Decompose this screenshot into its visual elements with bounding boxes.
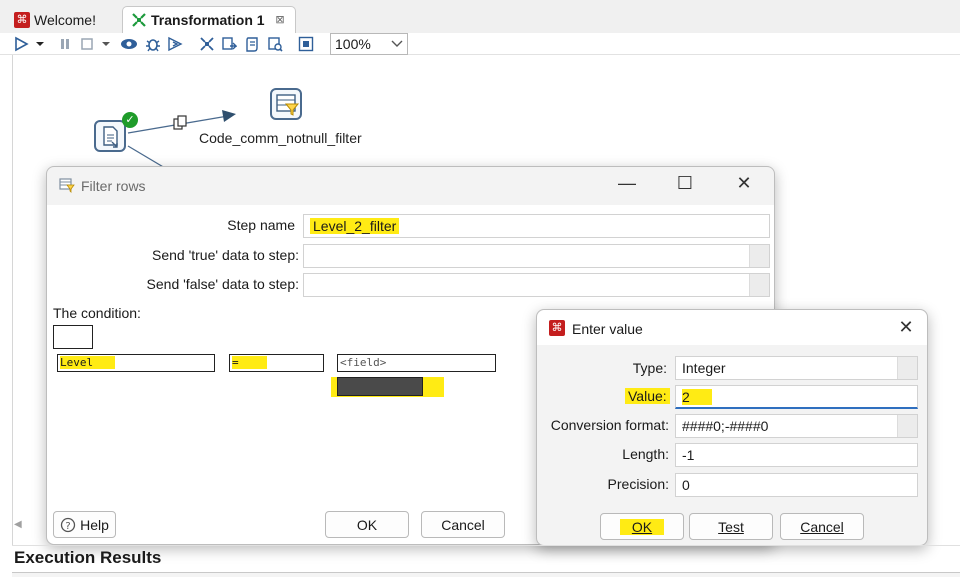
send-false-select[interactable]: [303, 273, 770, 297]
execution-results-tabs: [12, 572, 960, 577]
filter-rows-title: Filter rows: [81, 178, 146, 194]
conversion-format-dropdown-icon[interactable]: [897, 415, 917, 437]
ok-button[interactable]: OK: [325, 511, 409, 538]
condition-right-field[interactable]: <field>: [337, 354, 496, 372]
conversion-format-value: ####0;-####0: [682, 418, 769, 434]
send-true-select[interactable]: [303, 244, 770, 268]
type-select[interactable]: Integer: [675, 356, 918, 380]
length-input[interactable]: -1: [675, 443, 918, 467]
precision-label: Precision:: [607, 476, 669, 492]
condition-operator[interactable]: =: [229, 354, 324, 372]
enter-value-title: Enter value: [572, 321, 643, 337]
filter-step-label: Code_comm_notnull_filter: [199, 130, 362, 146]
send-false-dropdown-icon[interactable]: [749, 274, 769, 296]
help-button-label: Help: [80, 516, 109, 533]
enter-value-dialog: ⌘ Enter value ✕ Type: Integer Value: 2 C…: [536, 309, 928, 546]
conversion-format-select[interactable]: ####0;-####0: [675, 414, 918, 438]
type-dropdown-icon[interactable]: [897, 357, 917, 379]
enter-value-cancel-label: Cancel: [800, 518, 844, 535]
test-button-label: Test: [718, 518, 744, 535]
pdi-logo-icon: ⌘: [549, 320, 565, 336]
maximize-icon[interactable]: ☐: [670, 173, 700, 194]
type-value: Integer: [682, 360, 726, 376]
condition-operator-value: =: [232, 356, 267, 369]
help-button[interactable]: ? Help: [53, 511, 116, 538]
results-divider: [12, 545, 960, 546]
execution-results-title: Execution Results: [14, 548, 162, 567]
value-input[interactable]: 2: [675, 385, 918, 409]
value-input-value: 2: [682, 389, 712, 405]
svg-text:?: ?: [65, 521, 70, 532]
filter-step-icon[interactable]: [270, 88, 302, 120]
step-name-label: Step name: [227, 217, 295, 233]
enter-value-cancel-button[interactable]: Cancel: [780, 513, 864, 540]
test-button[interactable]: Test: [689, 513, 773, 540]
condition-label: The condition:: [53, 305, 141, 321]
copy-rows-icon: [172, 115, 188, 131]
filter-rows-icon: [59, 177, 75, 193]
success-check-icon: ✓: [122, 112, 138, 128]
condition-left-value: Level: [60, 356, 116, 369]
close-icon[interactable]: ✕: [891, 317, 921, 338]
ok-button-label: OK: [356, 516, 378, 533]
close-icon[interactable]: ✕: [729, 173, 759, 194]
minimize-icon[interactable]: —: [612, 173, 642, 194]
input-step-icon[interactable]: [94, 120, 126, 152]
condition-right-value: <field>: [340, 356, 387, 369]
enter-value-ok-label: OK: [619, 518, 665, 535]
length-value: -1: [682, 447, 695, 463]
step-name-value: Level_2_filter: [310, 218, 400, 234]
precision-value: 0: [682, 477, 690, 493]
condition-left-field[interactable]: Level: [57, 354, 215, 372]
cancel-button-label: Cancel: [441, 516, 485, 533]
type-label: Type:: [632, 360, 667, 376]
cancel-button[interactable]: Cancel: [421, 511, 505, 538]
send-false-label: Send 'false' data to step:: [146, 276, 299, 292]
send-true-label: Send 'true' data to step:: [152, 247, 299, 263]
enter-value-ok-button[interactable]: OK: [600, 513, 684, 540]
hop-arrowhead: [222, 110, 236, 122]
help-icon: ?: [60, 517, 76, 532]
canvas-scroll-left-icon[interactable]: ◀: [14, 519, 48, 533]
step-name-input[interactable]: Level_2_filter: [303, 214, 770, 238]
condition-value-box[interactable]: [337, 377, 423, 396]
conversion-format-label: Conversion format:: [550, 417, 669, 433]
precision-input[interactable]: 0: [675, 473, 918, 497]
condition-negate-box[interactable]: [53, 325, 93, 349]
length-label: Length:: [622, 446, 669, 462]
send-true-dropdown-icon[interactable]: [749, 245, 769, 267]
value-label: Value:: [625, 388, 670, 404]
